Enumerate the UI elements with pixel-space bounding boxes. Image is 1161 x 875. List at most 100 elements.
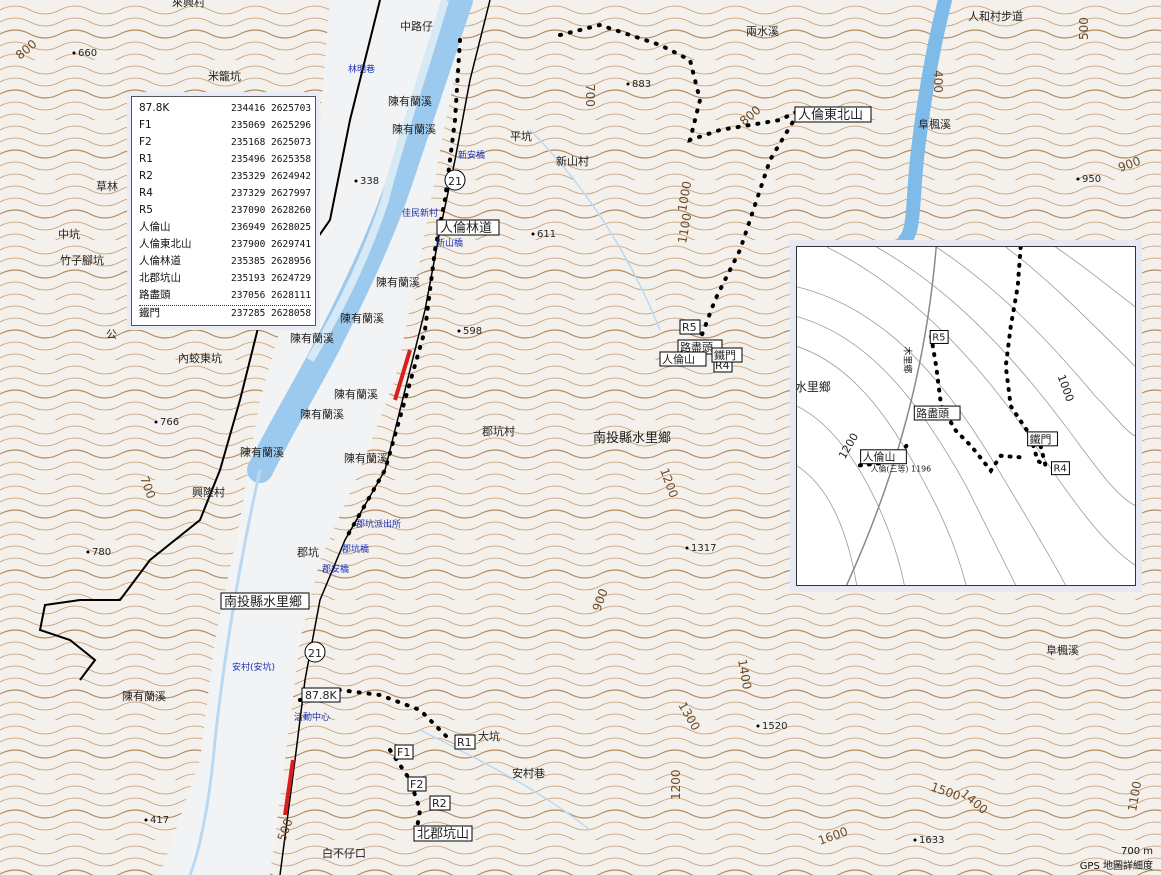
- svg-text:R4: R4: [1053, 464, 1066, 475]
- place-label: 陳有蘭溪: [300, 407, 344, 421]
- legend-row[interactable]: 87.8K 234416 2625703: [139, 101, 311, 116]
- legend-row[interactable]: R5 237090 2628260: [139, 203, 311, 218]
- place-label: 新山村: [556, 154, 589, 168]
- place-label: 內蛟東坑: [178, 351, 222, 365]
- place-label: 佳民新村: [402, 207, 438, 219]
- route-marker-renlun-mountain[interactable]: 人倫山: [659, 351, 707, 367]
- map-inset[interactable]: 水里鄉 人倫山 路盡頭 R5 鐵門 R4 1200 1000 人倫(三等) 11…: [790, 240, 1142, 592]
- place-label: 兩水溪: [746, 25, 779, 38]
- inset-map: 水里鄉 人倫山 路盡頭 R5 鐵門 R4 1200 1000 人倫(三等) 11…: [796, 246, 1136, 586]
- route-marker-renlun-northeast-mountain[interactable]: 人倫東北山: [794, 106, 872, 123]
- legend-coords: 237329 2627997: [231, 188, 312, 199]
- place-label: 人和村步道: [968, 9, 1023, 23]
- place-label: 公: [106, 328, 117, 341]
- inset-contour-label: 1200: [836, 431, 861, 462]
- place-label: 阜楓溪: [918, 117, 951, 131]
- legend-row[interactable]: R4 237329 2627997: [139, 186, 311, 201]
- place-label: 陳有蘭溪: [122, 689, 166, 703]
- place-label: 陳有蘭溪: [290, 331, 334, 345]
- place-label: 郡安橋: [322, 563, 349, 575]
- inset-marker-iron-gate[interactable]: 鐵門: [1027, 431, 1058, 447]
- legend-name: 鐵門: [139, 307, 160, 319]
- legend-row-selected[interactable]: 鐵門 237285 2628058: [139, 305, 311, 321]
- legend-name: R4: [139, 187, 153, 199]
- legend-row[interactable]: R1 235496 2625358: [139, 152, 311, 167]
- legend-coords: 236949 2628025: [231, 222, 312, 233]
- legend-coords: 237285 2628058: [231, 308, 312, 319]
- svg-text:R1: R1: [457, 736, 472, 749]
- place-label: 新山橋: [436, 237, 463, 249]
- legend-name: 人倫林道: [139, 255, 181, 267]
- route-marker-f2[interactable]: F2: [407, 776, 427, 792]
- svg-text:R5: R5: [682, 321, 697, 334]
- inset-label: 水里鄉: [796, 380, 831, 394]
- route-marker-r1[interactable]: R1: [454, 734, 476, 750]
- place-label: 郡坑派出所: [356, 518, 401, 530]
- legend-name: R1: [139, 153, 153, 165]
- legend-name: 北郡坑山: [139, 272, 181, 284]
- svg-text:338: 338: [360, 176, 379, 187]
- svg-text:1633: 1633: [919, 835, 944, 846]
- route-marker-87-8k[interactable]: 87.8K: [301, 687, 341, 703]
- place-label: 陳有蘭溪: [388, 94, 432, 108]
- road-number-badge-south: 21: [304, 641, 326, 663]
- place-label: 陳有蘭溪: [240, 445, 284, 459]
- legend-coords: 234416 2625703: [231, 103, 312, 114]
- svg-text:660: 660: [78, 48, 97, 59]
- legend-row[interactable]: F1 235069 2625296: [139, 118, 311, 133]
- legend-coords: 235193 2624729: [231, 273, 312, 284]
- svg-text:500: 500: [1077, 17, 1091, 40]
- legend-name: R5: [139, 204, 153, 216]
- place-label: 陳有蘭溪: [340, 311, 384, 325]
- place-label: 來興村: [172, 0, 205, 9]
- legend-row[interactable]: 人倫林道 235385 2628956: [139, 254, 311, 269]
- place-label: 活動中心: [294, 711, 330, 723]
- svg-text:1520: 1520: [762, 721, 787, 732]
- place-label: 安村(安坑): [232, 661, 275, 673]
- inset-marker-r5[interactable]: R5: [929, 330, 949, 344]
- inset-label: 木里鄉: [901, 346, 913, 373]
- svg-text:21: 21: [448, 175, 462, 188]
- road-number-badge-north: 21: [444, 169, 466, 191]
- inset-marker-road-end[interactable]: 路盡頭: [913, 405, 961, 421]
- svg-text:1200: 1200: [669, 769, 683, 800]
- route-marker-beijunkeng-mountain[interactable]: 北郡坑山: [413, 825, 473, 842]
- route-marker-r2[interactable]: R2: [429, 795, 451, 811]
- place-label: 大坑: [478, 729, 500, 743]
- place-label: 興隆村: [192, 485, 225, 499]
- place-label: 郡坑: [297, 545, 319, 559]
- legend-coords: 235069 2625296: [231, 120, 312, 131]
- legend-row[interactable]: 人倫東北山 237900 2629741: [139, 237, 311, 252]
- place-label: 陳有蘭溪: [392, 122, 436, 136]
- svg-text:F1: F1: [397, 746, 410, 759]
- route-marker-f1[interactable]: F1: [394, 744, 414, 760]
- legend-coords: 235168 2625073: [231, 137, 312, 148]
- legend-name: F2: [139, 136, 152, 148]
- scale-value: 700 m: [1120, 846, 1153, 857]
- legend-coords: 237900 2629741: [231, 239, 312, 250]
- legend-row[interactable]: 人倫山 236949 2628025: [139, 220, 311, 235]
- svg-text:北郡坑山: 北郡坑山: [417, 827, 469, 842]
- legend-row[interactable]: 北郡坑山 235193 2624729: [139, 271, 311, 286]
- legend-row[interactable]: 路盡頭 237056 2628111: [139, 288, 311, 303]
- inset-marker-renlun-mountain[interactable]: 人倫山: [860, 449, 907, 465]
- place-label: 阜楓溪: [1046, 643, 1079, 657]
- inset-trig-point: 人倫(三等) 1196: [871, 464, 932, 474]
- legend-coords: 235385 2628956: [231, 256, 312, 267]
- place-label: 草林: [96, 179, 118, 193]
- place-label: 中路仔: [400, 20, 433, 33]
- svg-text:鐵門: 鐵門: [714, 348, 736, 362]
- route-marker-renlun-forest-road[interactable]: 人倫林道: [436, 219, 500, 236]
- svg-text:人倫東北山: 人倫東北山: [798, 107, 863, 123]
- place-label: 竹子腳坑: [60, 253, 104, 267]
- place-label: 陳有蘭溪: [376, 275, 420, 289]
- place-label: 安村巷: [512, 766, 545, 780]
- place-label: 米籠坑: [208, 69, 241, 83]
- svg-text:人倫林道: 人倫林道: [440, 221, 492, 236]
- legend-row[interactable]: F2 235168 2625073: [139, 135, 311, 150]
- route-marker-iron-gate[interactable]: 鐵門: [711, 347, 743, 363]
- route-marker-r5[interactable]: R5: [679, 319, 701, 335]
- inset-marker-r4[interactable]: R4: [1050, 461, 1070, 476]
- legend-row[interactable]: R2 235329 2624942: [139, 169, 311, 184]
- svg-text:人倫山: 人倫山: [662, 352, 695, 366]
